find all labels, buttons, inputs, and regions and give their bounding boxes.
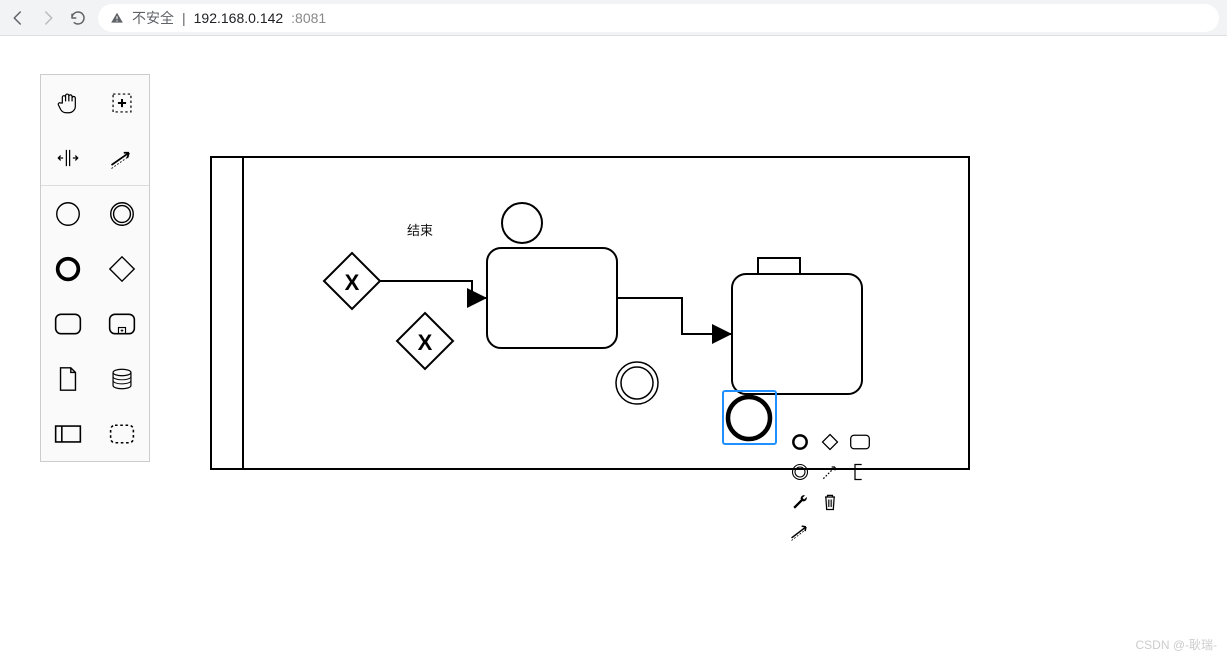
gateway-1[interactable]: X xyxy=(324,253,380,309)
hand-tool[interactable] xyxy=(41,75,95,130)
gateway-1-letter: X xyxy=(345,270,360,295)
separator: | xyxy=(182,10,186,26)
gateway-2-letter: X xyxy=(418,330,433,355)
data-store-tool[interactable] xyxy=(95,351,149,406)
insecure-label: 不安全 xyxy=(132,8,174,28)
warning-icon xyxy=(110,11,124,25)
pad-connect-dashed[interactable] xyxy=(818,460,842,484)
subprocess-tool[interactable] xyxy=(95,296,149,351)
pad-trash[interactable] xyxy=(818,490,842,514)
end-event-tool[interactable] xyxy=(41,241,95,296)
lasso-tool[interactable] xyxy=(95,75,149,130)
space-tool[interactable] xyxy=(41,130,95,185)
editor-stage[interactable]: X X xyxy=(0,36,1227,659)
forward-button[interactable] xyxy=(38,8,58,28)
pad-end-event[interactable] xyxy=(788,430,812,454)
tool-palette xyxy=(40,74,150,462)
back-button[interactable] xyxy=(8,8,28,28)
flow-2[interactable] xyxy=(617,298,732,334)
pad-empty-1 xyxy=(848,490,872,514)
diagram-canvas[interactable]: X X xyxy=(212,158,972,472)
participant-pool[interactable]: X X xyxy=(210,156,970,470)
browser-chrome: 不安全 | 192.168.0.142 :8081 xyxy=(0,0,1227,36)
reload-button[interactable] xyxy=(68,8,88,28)
address-port: :8081 xyxy=(291,10,326,26)
data-object-tool[interactable] xyxy=(41,351,95,406)
participant-tool[interactable] xyxy=(41,406,95,461)
pad-connect-arrow[interactable] xyxy=(788,520,812,544)
task-1[interactable] xyxy=(487,248,617,348)
pad-wrench[interactable] xyxy=(788,490,812,514)
context-pad xyxy=(788,430,872,544)
intermediate-event-1[interactable] xyxy=(616,362,658,404)
gateway-tool[interactable] xyxy=(95,241,149,296)
address-bar[interactable]: 不安全 | 192.168.0.142 :8081 xyxy=(98,4,1219,32)
pad-gateway[interactable] xyxy=(818,430,842,454)
pad-task[interactable] xyxy=(848,430,872,454)
gateway-2[interactable]: X xyxy=(397,313,453,369)
subprocess-1[interactable] xyxy=(732,258,862,394)
watermark: CSDN @-耿瑞- xyxy=(1135,636,1217,653)
group-tool[interactable] xyxy=(95,406,149,461)
connect-tool[interactable] xyxy=(95,130,149,185)
flow-1[interactable] xyxy=(380,281,487,298)
pad-intermediate-event[interactable] xyxy=(788,460,812,484)
end-event-label[interactable]: 结束 xyxy=(407,220,433,239)
intermediate-event-tool[interactable] xyxy=(95,186,149,241)
address-host: 192.168.0.142 xyxy=(194,10,284,26)
pad-text-annotation[interactable] xyxy=(848,460,872,484)
selection-outline xyxy=(722,390,777,445)
task-tool[interactable] xyxy=(41,296,95,351)
start-event-tool[interactable] xyxy=(41,186,95,241)
boundary-event[interactable] xyxy=(502,203,542,243)
